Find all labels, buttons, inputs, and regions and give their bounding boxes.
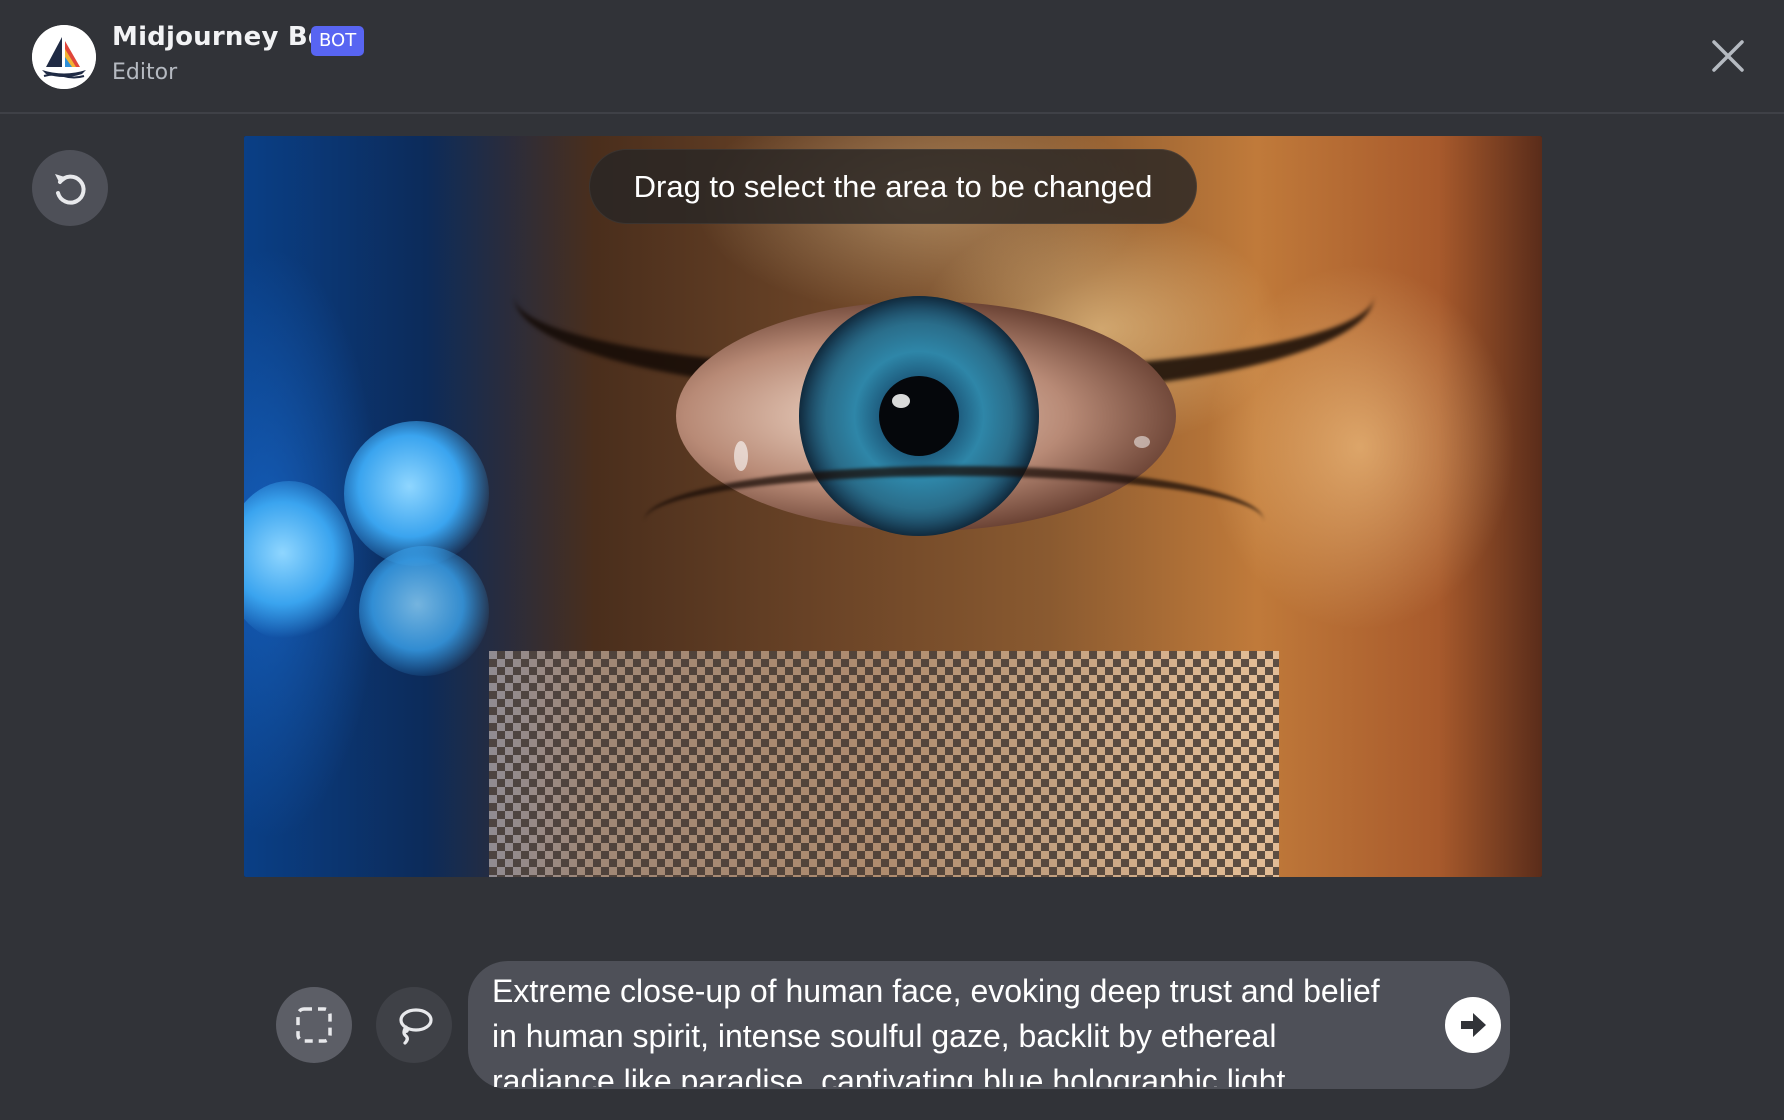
close-button[interactable] xyxy=(1708,36,1748,76)
eye-glint xyxy=(892,394,910,408)
bokeh-light xyxy=(344,421,489,566)
submit-arrow-icon xyxy=(1461,1013,1486,1037)
bot-badge: BOT xyxy=(311,26,365,56)
prompt-input[interactable]: Extreme close-up of human face, evoking … xyxy=(492,969,1392,1087)
erased-area xyxy=(489,651,1279,877)
undo-button[interactable] xyxy=(32,150,108,226)
bot-name[interactable]: Midjourney Bot xyxy=(112,22,339,52)
selection-hint: Drag to select the area to be changed xyxy=(589,149,1197,224)
submit-button[interactable] xyxy=(1445,997,1501,1053)
lasso-select-icon xyxy=(399,1008,433,1045)
bot-avatar[interactable] xyxy=(32,25,96,89)
lower-lashes xyxy=(644,466,1264,576)
rectangle-select-icon xyxy=(296,1007,332,1043)
rectangle-select-button[interactable] xyxy=(276,987,352,1063)
midjourney-sailboat-logo-icon xyxy=(32,25,96,89)
image-canvas[interactable]: Drag to select the area to be changed xyxy=(244,136,1542,877)
prompt-box[interactable]: Extreme close-up of human face, evoking … xyxy=(468,961,1510,1089)
pupil xyxy=(879,376,959,456)
bokeh-light xyxy=(359,546,489,676)
lasso-select-button[interactable] xyxy=(376,987,452,1063)
close-icon xyxy=(1712,40,1744,72)
editor-modal: Midjourney Bot BOT Editor Drag to select… xyxy=(0,0,1784,1120)
undo-icon xyxy=(55,174,86,205)
eye-glint xyxy=(734,441,748,471)
editor-subtitle: Editor xyxy=(112,60,178,85)
eye-glint xyxy=(1134,436,1150,448)
header: Midjourney Bot BOT Editor xyxy=(0,0,1784,114)
